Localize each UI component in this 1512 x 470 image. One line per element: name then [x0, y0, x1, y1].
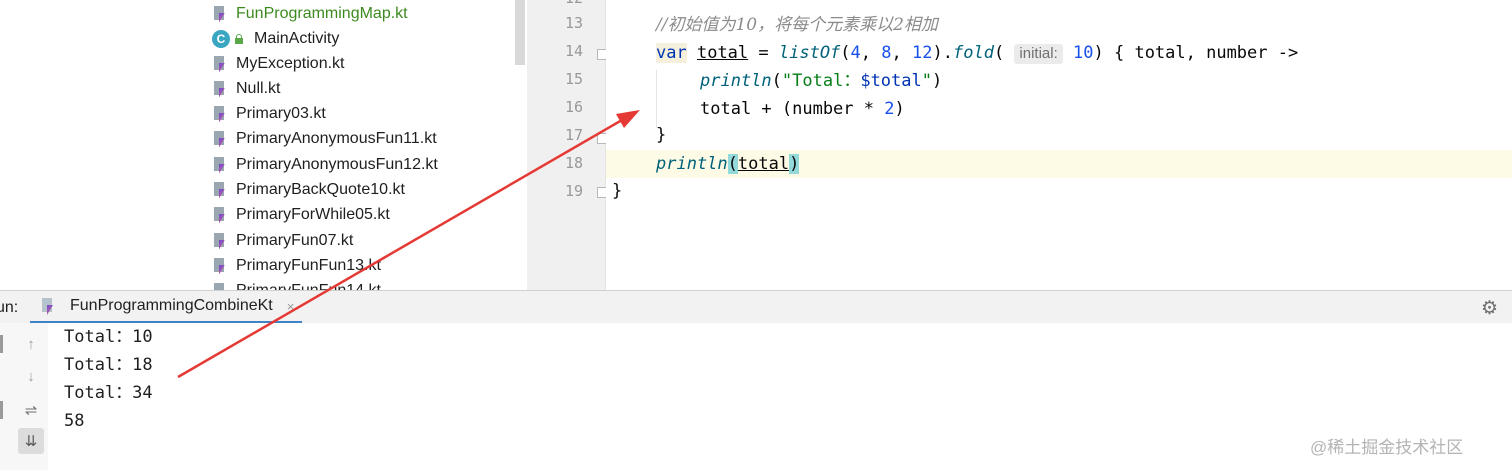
- kotlin-file-icon: [40, 297, 58, 315]
- arrow-down-icon[interactable]: ↓: [18, 363, 44, 389]
- console-line: Total：10: [64, 327, 153, 347]
- kotlin-file-icon: [212, 232, 230, 250]
- line-number: 16: [564, 98, 583, 116]
- tree-item-primaryfun07[interactable]: PrimaryFun07.kt: [212, 228, 353, 253]
- line-number: 14: [564, 42, 583, 60]
- kotlin-file-icon: [212, 257, 230, 275]
- kotlin-file-icon: [212, 156, 230, 174]
- tree-item-primaryanonymousfun12[interactable]: PrimaryAnonymousFun12.kt: [212, 152, 438, 177]
- run-panel-header: un: FunProgrammingCombineKt × ⚙: [0, 290, 1512, 324]
- tree-item-label: PrimaryBackQuote10.kt: [236, 180, 405, 198]
- kotlin-file-icon: [212, 105, 230, 123]
- code-comment: //初始值为10，将每个元素乘以2相加: [656, 15, 938, 35]
- console-line: Total：18: [64, 355, 153, 375]
- scroll-to-end-icon[interactable]: ⇊: [18, 428, 44, 454]
- gear-icon[interactable]: ⚙: [1481, 297, 1498, 320]
- kotlin-file-icon: [212, 55, 230, 73]
- indent-guide: [656, 70, 657, 128]
- tree-item-label: FunProgrammingMap.kt: [236, 4, 408, 22]
- tree-item-primaryfunfun14[interactable]: PrimaryFunFun14.kt: [212, 278, 381, 290]
- run-panel-label: un:: [0, 299, 19, 316]
- arrow-up-icon[interactable]: ↑: [18, 331, 44, 357]
- tree-item-primary03[interactable]: Primary03.kt: [212, 101, 326, 126]
- tree-item-label: PrimaryAnonymousFun12.kt: [236, 155, 438, 173]
- kotlin-file-icon: [212, 282, 230, 290]
- lock-icon: [234, 33, 244, 44]
- console-output[interactable]: Total：10 Total：18 Total：34 58: [48, 323, 1512, 470]
- code-line-17: }: [656, 125, 667, 145]
- console-line: 58: [64, 411, 85, 431]
- line-number: 18: [564, 154, 583, 172]
- tree-item-label: Primary03.kt: [236, 104, 326, 122]
- toolbar-edge: [0, 335, 3, 353]
- tree-item-label: PrimaryFun07.kt: [236, 231, 354, 249]
- parameter-hint: initial:: [1014, 44, 1063, 64]
- tree-item-label: PrimaryFunFun13.kt: [236, 256, 381, 274]
- tree-item-primaryforwhile05[interactable]: PrimaryForWhile05.kt: [212, 202, 390, 227]
- run-tab-label: FunProgrammingCombineKt: [70, 297, 273, 314]
- editor-gutter: 12 13 14 15 16 17 18 19: [527, 0, 608, 290]
- run-tab[interactable]: FunProgrammingCombineKt ×: [30, 291, 302, 324]
- code-line-18: println(total): [656, 154, 800, 174]
- line-number: 13: [564, 14, 583, 32]
- tree-item-label: MainActivity: [254, 29, 340, 47]
- toolbar-edge: [0, 401, 3, 419]
- tree-item-primaryfunfun13[interactable]: PrimaryFunFun13.kt: [212, 253, 381, 278]
- code-line-16: total + (number * 2): [700, 99, 905, 119]
- tree-item-null[interactable]: Null.kt: [212, 76, 280, 101]
- code-line-14: var total = listOf(4, 8, 12).fold( initi…: [656, 43, 1299, 64]
- console-line: Total：34: [64, 383, 153, 403]
- run-side-toolbar: ↑ ↓ ⇌ ⇊: [0, 323, 49, 470]
- tree-item-label: Null.kt: [236, 79, 281, 97]
- kotlin-file-icon: [212, 5, 230, 23]
- line-number: 15: [564, 70, 583, 88]
- tree-item-label: PrimaryAnonymousFun11.kt: [236, 129, 437, 147]
- kotlin-file-icon: [212, 80, 230, 98]
- tree-item-label: MyException.kt: [236, 54, 345, 72]
- kotlin-file-icon: [212, 181, 230, 199]
- tree-item-mainactivity[interactable]: C MainActivity: [212, 26, 339, 51]
- tree-item-label: PrimaryFunFun14.kt: [236, 281, 381, 291]
- soft-wrap-icon[interactable]: ⇌: [18, 397, 44, 423]
- tree-item-primaryanonymousfun11[interactable]: PrimaryAnonymousFun11.kt: [212, 126, 437, 151]
- class-icon: C: [212, 29, 230, 48]
- project-tree: FunProgrammingMap.kt C MainActivity MyEx…: [0, 0, 515, 290]
- line-number: 19: [564, 182, 583, 200]
- line-number: 17: [564, 126, 583, 144]
- kotlin-file-icon: [212, 130, 230, 148]
- line-number: 12: [527, 0, 583, 7]
- tree-item-label: PrimaryForWhile05.kt: [236, 205, 390, 223]
- tree-item-myexception[interactable]: MyException.kt: [212, 51, 344, 76]
- close-icon[interactable]: ×: [287, 299, 295, 314]
- tree-item-primarybackquote10[interactable]: PrimaryBackQuote10.kt: [212, 177, 405, 202]
- watermark: @稀土掘金技术社区: [1310, 438, 1464, 457]
- kotlin-file-icon: [212, 206, 230, 224]
- project-scrollbar[interactable]: [515, 0, 525, 65]
- code-line-15: println("Total：$total"): [700, 71, 943, 91]
- tree-item-funprogrammingmap[interactable]: FunProgrammingMap.kt: [212, 1, 408, 26]
- code-line-19: }: [612, 181, 623, 201]
- code-editor[interactable]: //初始值为10，将每个元素乘以2相加 var total = listOf(4…: [606, 0, 1512, 290]
